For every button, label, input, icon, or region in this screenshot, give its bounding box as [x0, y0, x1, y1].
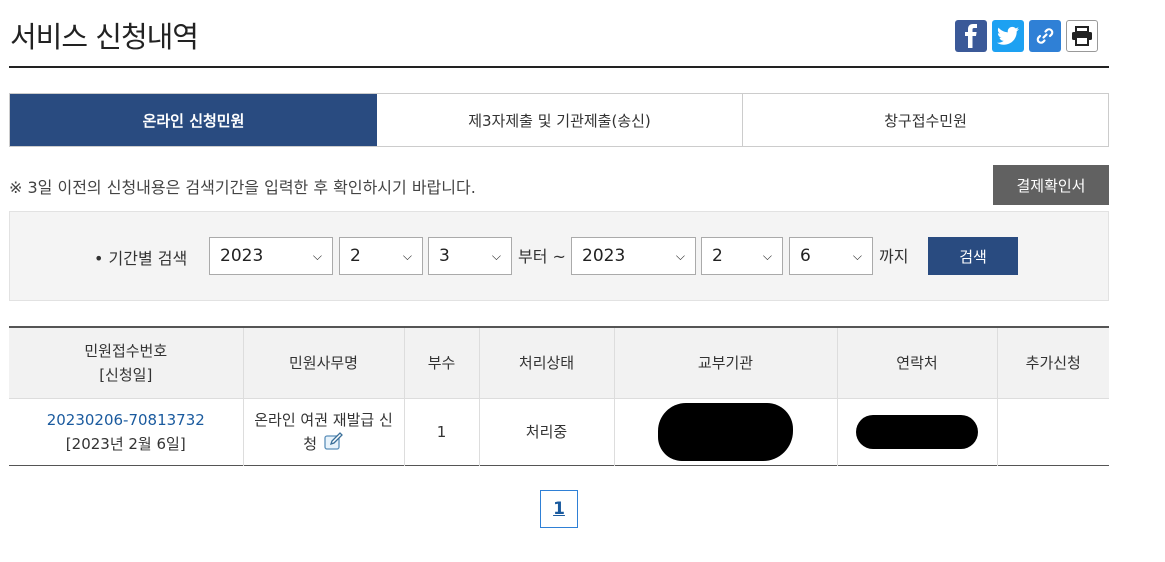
redaction-mark	[856, 415, 978, 449]
page-title: 서비스 신청내역	[10, 20, 199, 54]
from-month-select[interactable]: 2 ⌵	[339, 237, 423, 275]
header-receipt-no: 민원접수번호 [신청일]	[9, 327, 244, 399]
header-receipt-no-label: 민원접수번호	[84, 342, 168, 360]
receipt-date: [2023년 2월 6일]	[65, 435, 186, 453]
chevron-down-icon: ⌵	[852, 248, 862, 263]
header-name: 민원사무명	[243, 327, 405, 399]
from-year-value: 2023	[220, 246, 264, 266]
table-row: 20230206-70813732 [2023년 2월 6일] 온라인 여권 재…	[9, 398, 1109, 466]
print-icon[interactable]	[1066, 20, 1098, 52]
cell-receipt: 20230206-70813732 [2023년 2월 6일]	[9, 398, 244, 466]
to-month-select[interactable]: 2 ⌵	[701, 237, 783, 275]
cell-agency	[614, 398, 838, 466]
search-period-label: • 기간별 검색	[94, 249, 188, 268]
twitter-icon[interactable]	[992, 20, 1024, 52]
header-contact: 연락처	[837, 327, 998, 399]
applications-table: 민원접수번호 [신청일] 민원사무명 부수 처리상태 교부기관 연락처 추가신청…	[9, 326, 1109, 466]
to-year-select[interactable]: 2023 ⌵	[571, 237, 696, 275]
from-month-value: 2	[350, 246, 361, 266]
redaction-mark	[658, 403, 793, 461]
to-suffix: 까지	[879, 247, 909, 266]
tab-third-party-submission[interactable]: 제3자제출 및 기관제출(송신)	[377, 94, 743, 146]
header-receipt-date-label: [신청일]	[99, 366, 153, 384]
from-year-select[interactable]: 2023 ⌵	[209, 237, 333, 275]
cell-service-name: 온라인 여권 재발급 신 청	[243, 398, 405, 466]
header-agency: 교부기관	[614, 327, 838, 399]
service-name-line2: 청	[303, 434, 318, 453]
service-name-line2-wrap: 청	[250, 431, 398, 457]
chevron-down-icon: ⌵	[491, 248, 501, 263]
period-notice: ※ 3일 이전의 신청내용은 검색기간을 입력한 후 확인하시기 바랍니다.	[9, 178, 476, 197]
tab-counter-applications[interactable]: 창구접수민원	[743, 94, 1108, 146]
share-toolbar	[955, 20, 1098, 52]
chevron-down-icon: ⌵	[675, 248, 685, 263]
cell-copies: 1	[404, 398, 480, 466]
cell-status: 처리중	[479, 398, 615, 466]
edit-icon[interactable]	[324, 431, 344, 457]
from-day-value: 3	[439, 246, 450, 266]
from-day-select[interactable]: 3 ⌵	[428, 237, 512, 275]
title-divider	[9, 66, 1109, 68]
tab-bar: 온라인 신청민원 제3자제출 및 기관제출(송신) 창구접수민원	[9, 93, 1109, 147]
to-year-value: 2023	[582, 246, 626, 266]
chevron-down-icon: ⌵	[402, 248, 412, 263]
header-copies: 부수	[404, 327, 480, 399]
cell-contact	[837, 398, 998, 466]
from-suffix: 부터 ~	[518, 247, 566, 266]
link-icon[interactable]	[1029, 20, 1061, 52]
cell-extra	[997, 399, 1109, 466]
chevron-down-icon: ⌵	[762, 248, 772, 263]
header-extra: 추가신청	[997, 327, 1109, 399]
search-button[interactable]: 검색	[928, 237, 1018, 275]
page-number-1[interactable]: 1	[540, 490, 578, 528]
table-header-row: 민원접수번호 [신청일] 민원사무명 부수 처리상태 교부기관 연락처 추가신청	[9, 327, 1109, 399]
payment-confirmation-button[interactable]: 결제확인서	[993, 165, 1109, 205]
receipt-number-link[interactable]: 20230206-70813732	[15, 408, 237, 432]
tab-online-applications[interactable]: 온라인 신청민원	[10, 94, 377, 146]
to-day-value: 6	[800, 246, 811, 266]
to-day-select[interactable]: 6 ⌵	[789, 237, 873, 275]
chevron-down-icon: ⌵	[312, 248, 322, 263]
header-status: 처리상태	[479, 327, 615, 399]
service-name-line1: 온라인 여권 재발급 신	[254, 410, 393, 429]
facebook-icon[interactable]	[955, 20, 987, 52]
to-month-value: 2	[712, 246, 723, 266]
